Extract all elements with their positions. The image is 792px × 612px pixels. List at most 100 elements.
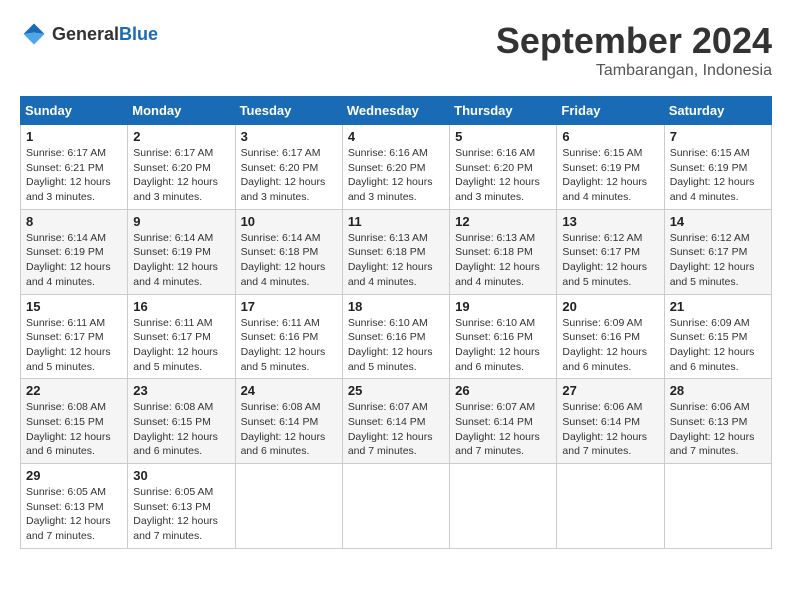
day-number: 21: [670, 299, 766, 314]
calendar-day-cell: 10 Sunrise: 6:14 AM Sunset: 6:18 PM Dayl…: [235, 209, 342, 294]
calendar-day-cell: 6 Sunrise: 6:15 AM Sunset: 6:19 PM Dayli…: [557, 125, 664, 210]
calendar-day-cell: 28 Sunrise: 6:06 AM Sunset: 6:13 PM Dayl…: [664, 379, 771, 464]
day-info: Sunrise: 6:09 AM Sunset: 6:15 PM Dayligh…: [670, 316, 766, 375]
day-number: 10: [241, 214, 337, 229]
calendar-day-cell: 30 Sunrise: 6:05 AM Sunset: 6:13 PM Dayl…: [128, 464, 235, 549]
calendar-day-cell: 25 Sunrise: 6:07 AM Sunset: 6:14 PM Dayl…: [342, 379, 449, 464]
calendar-day-cell: 1 Sunrise: 6:17 AM Sunset: 6:21 PM Dayli…: [21, 125, 128, 210]
day-number: 22: [26, 383, 122, 398]
day-info: Sunrise: 6:13 AM Sunset: 6:18 PM Dayligh…: [348, 231, 444, 290]
title-section: September 2024 Tambarangan, Indonesia: [496, 20, 772, 80]
day-number: 16: [133, 299, 229, 314]
day-number: 12: [455, 214, 551, 229]
day-info: Sunrise: 6:12 AM Sunset: 6:17 PM Dayligh…: [562, 231, 658, 290]
calendar-week-row: 8 Sunrise: 6:14 AM Sunset: 6:19 PM Dayli…: [21, 209, 772, 294]
day-info: Sunrise: 6:05 AM Sunset: 6:13 PM Dayligh…: [133, 485, 229, 544]
calendar-day-cell: 27 Sunrise: 6:06 AM Sunset: 6:14 PM Dayl…: [557, 379, 664, 464]
calendar-day-cell: 26 Sunrise: 6:07 AM Sunset: 6:14 PM Dayl…: [450, 379, 557, 464]
calendar-week-row: 29 Sunrise: 6:05 AM Sunset: 6:13 PM Dayl…: [21, 464, 772, 549]
day-number: 13: [562, 214, 658, 229]
weekday-header: Friday: [557, 97, 664, 125]
calendar-day-cell: 2 Sunrise: 6:17 AM Sunset: 6:20 PM Dayli…: [128, 125, 235, 210]
day-number: 29: [26, 468, 122, 483]
calendar-week-row: 22 Sunrise: 6:08 AM Sunset: 6:15 PM Dayl…: [21, 379, 772, 464]
day-number: 7: [670, 129, 766, 144]
logo: GeneralBlue: [20, 20, 158, 48]
calendar-day-cell: 24 Sunrise: 6:08 AM Sunset: 6:14 PM Dayl…: [235, 379, 342, 464]
day-info: Sunrise: 6:17 AM Sunset: 6:20 PM Dayligh…: [241, 146, 337, 205]
day-info: Sunrise: 6:08 AM Sunset: 6:15 PM Dayligh…: [26, 400, 122, 459]
day-info: Sunrise: 6:17 AM Sunset: 6:21 PM Dayligh…: [26, 146, 122, 205]
calendar-day-cell: 19 Sunrise: 6:10 AM Sunset: 6:16 PM Dayl…: [450, 294, 557, 379]
calendar-empty-cell: [664, 464, 771, 549]
day-info: Sunrise: 6:06 AM Sunset: 6:13 PM Dayligh…: [670, 400, 766, 459]
calendar-day-cell: 29 Sunrise: 6:05 AM Sunset: 6:13 PM Dayl…: [21, 464, 128, 549]
calendar-header-row: SundayMondayTuesdayWednesdayThursdayFrid…: [21, 97, 772, 125]
day-number: 14: [670, 214, 766, 229]
day-info: Sunrise: 6:08 AM Sunset: 6:15 PM Dayligh…: [133, 400, 229, 459]
calendar-table: SundayMondayTuesdayWednesdayThursdayFrid…: [20, 96, 772, 549]
day-info: Sunrise: 6:09 AM Sunset: 6:16 PM Dayligh…: [562, 316, 658, 375]
calendar-week-row: 15 Sunrise: 6:11 AM Sunset: 6:17 PM Dayl…: [21, 294, 772, 379]
calendar-day-cell: 5 Sunrise: 6:16 AM Sunset: 6:20 PM Dayli…: [450, 125, 557, 210]
month-title: September 2024: [496, 20, 772, 62]
calendar-day-cell: 7 Sunrise: 6:15 AM Sunset: 6:19 PM Dayli…: [664, 125, 771, 210]
weekday-header: Wednesday: [342, 97, 449, 125]
day-info: Sunrise: 6:10 AM Sunset: 6:16 PM Dayligh…: [455, 316, 551, 375]
calendar-day-cell: 4 Sunrise: 6:16 AM Sunset: 6:20 PM Dayli…: [342, 125, 449, 210]
weekday-header: Tuesday: [235, 97, 342, 125]
day-info: Sunrise: 6:15 AM Sunset: 6:19 PM Dayligh…: [670, 146, 766, 205]
day-number: 4: [348, 129, 444, 144]
day-info: Sunrise: 6:14 AM Sunset: 6:19 PM Dayligh…: [133, 231, 229, 290]
logo-text: GeneralBlue: [52, 24, 158, 45]
calendar-week-row: 1 Sunrise: 6:17 AM Sunset: 6:21 PM Dayli…: [21, 125, 772, 210]
calendar-day-cell: 17 Sunrise: 6:11 AM Sunset: 6:16 PM Dayl…: [235, 294, 342, 379]
day-number: 5: [455, 129, 551, 144]
weekday-header: Saturday: [664, 97, 771, 125]
logo-icon: [20, 20, 48, 48]
calendar-day-cell: 3 Sunrise: 6:17 AM Sunset: 6:20 PM Dayli…: [235, 125, 342, 210]
day-info: Sunrise: 6:07 AM Sunset: 6:14 PM Dayligh…: [348, 400, 444, 459]
weekday-header: Sunday: [21, 97, 128, 125]
day-info: Sunrise: 6:08 AM Sunset: 6:14 PM Dayligh…: [241, 400, 337, 459]
weekday-header: Monday: [128, 97, 235, 125]
day-number: 11: [348, 214, 444, 229]
day-number: 28: [670, 383, 766, 398]
day-number: 24: [241, 383, 337, 398]
day-number: 18: [348, 299, 444, 314]
day-info: Sunrise: 6:06 AM Sunset: 6:14 PM Dayligh…: [562, 400, 658, 459]
day-info: Sunrise: 6:11 AM Sunset: 6:17 PM Dayligh…: [26, 316, 122, 375]
day-number: 26: [455, 383, 551, 398]
calendar-day-cell: 14 Sunrise: 6:12 AM Sunset: 6:17 PM Dayl…: [664, 209, 771, 294]
day-info: Sunrise: 6:16 AM Sunset: 6:20 PM Dayligh…: [455, 146, 551, 205]
day-info: Sunrise: 6:13 AM Sunset: 6:18 PM Dayligh…: [455, 231, 551, 290]
day-number: 8: [26, 214, 122, 229]
day-info: Sunrise: 6:11 AM Sunset: 6:16 PM Dayligh…: [241, 316, 337, 375]
page-header: GeneralBlue September 2024 Tambarangan, …: [20, 20, 772, 80]
calendar-day-cell: 23 Sunrise: 6:08 AM Sunset: 6:15 PM Dayl…: [128, 379, 235, 464]
day-number: 19: [455, 299, 551, 314]
day-info: Sunrise: 6:16 AM Sunset: 6:20 PM Dayligh…: [348, 146, 444, 205]
day-info: Sunrise: 6:10 AM Sunset: 6:16 PM Dayligh…: [348, 316, 444, 375]
day-number: 25: [348, 383, 444, 398]
day-info: Sunrise: 6:14 AM Sunset: 6:19 PM Dayligh…: [26, 231, 122, 290]
day-number: 23: [133, 383, 229, 398]
day-number: 9: [133, 214, 229, 229]
weekday-header: Thursday: [450, 97, 557, 125]
day-number: 17: [241, 299, 337, 314]
calendar-empty-cell: [342, 464, 449, 549]
day-number: 20: [562, 299, 658, 314]
day-info: Sunrise: 6:14 AM Sunset: 6:18 PM Dayligh…: [241, 231, 337, 290]
calendar-day-cell: 18 Sunrise: 6:10 AM Sunset: 6:16 PM Dayl…: [342, 294, 449, 379]
day-info: Sunrise: 6:05 AM Sunset: 6:13 PM Dayligh…: [26, 485, 122, 544]
calendar-day-cell: 8 Sunrise: 6:14 AM Sunset: 6:19 PM Dayli…: [21, 209, 128, 294]
day-number: 1: [26, 129, 122, 144]
day-info: Sunrise: 6:17 AM Sunset: 6:20 PM Dayligh…: [133, 146, 229, 205]
day-info: Sunrise: 6:11 AM Sunset: 6:17 PM Dayligh…: [133, 316, 229, 375]
calendar-day-cell: 16 Sunrise: 6:11 AM Sunset: 6:17 PM Dayl…: [128, 294, 235, 379]
calendar-day-cell: 13 Sunrise: 6:12 AM Sunset: 6:17 PM Dayl…: [557, 209, 664, 294]
calendar-day-cell: 11 Sunrise: 6:13 AM Sunset: 6:18 PM Dayl…: [342, 209, 449, 294]
calendar-day-cell: 22 Sunrise: 6:08 AM Sunset: 6:15 PM Dayl…: [21, 379, 128, 464]
calendar-day-cell: 20 Sunrise: 6:09 AM Sunset: 6:16 PM Dayl…: [557, 294, 664, 379]
location: Tambarangan, Indonesia: [496, 62, 772, 80]
